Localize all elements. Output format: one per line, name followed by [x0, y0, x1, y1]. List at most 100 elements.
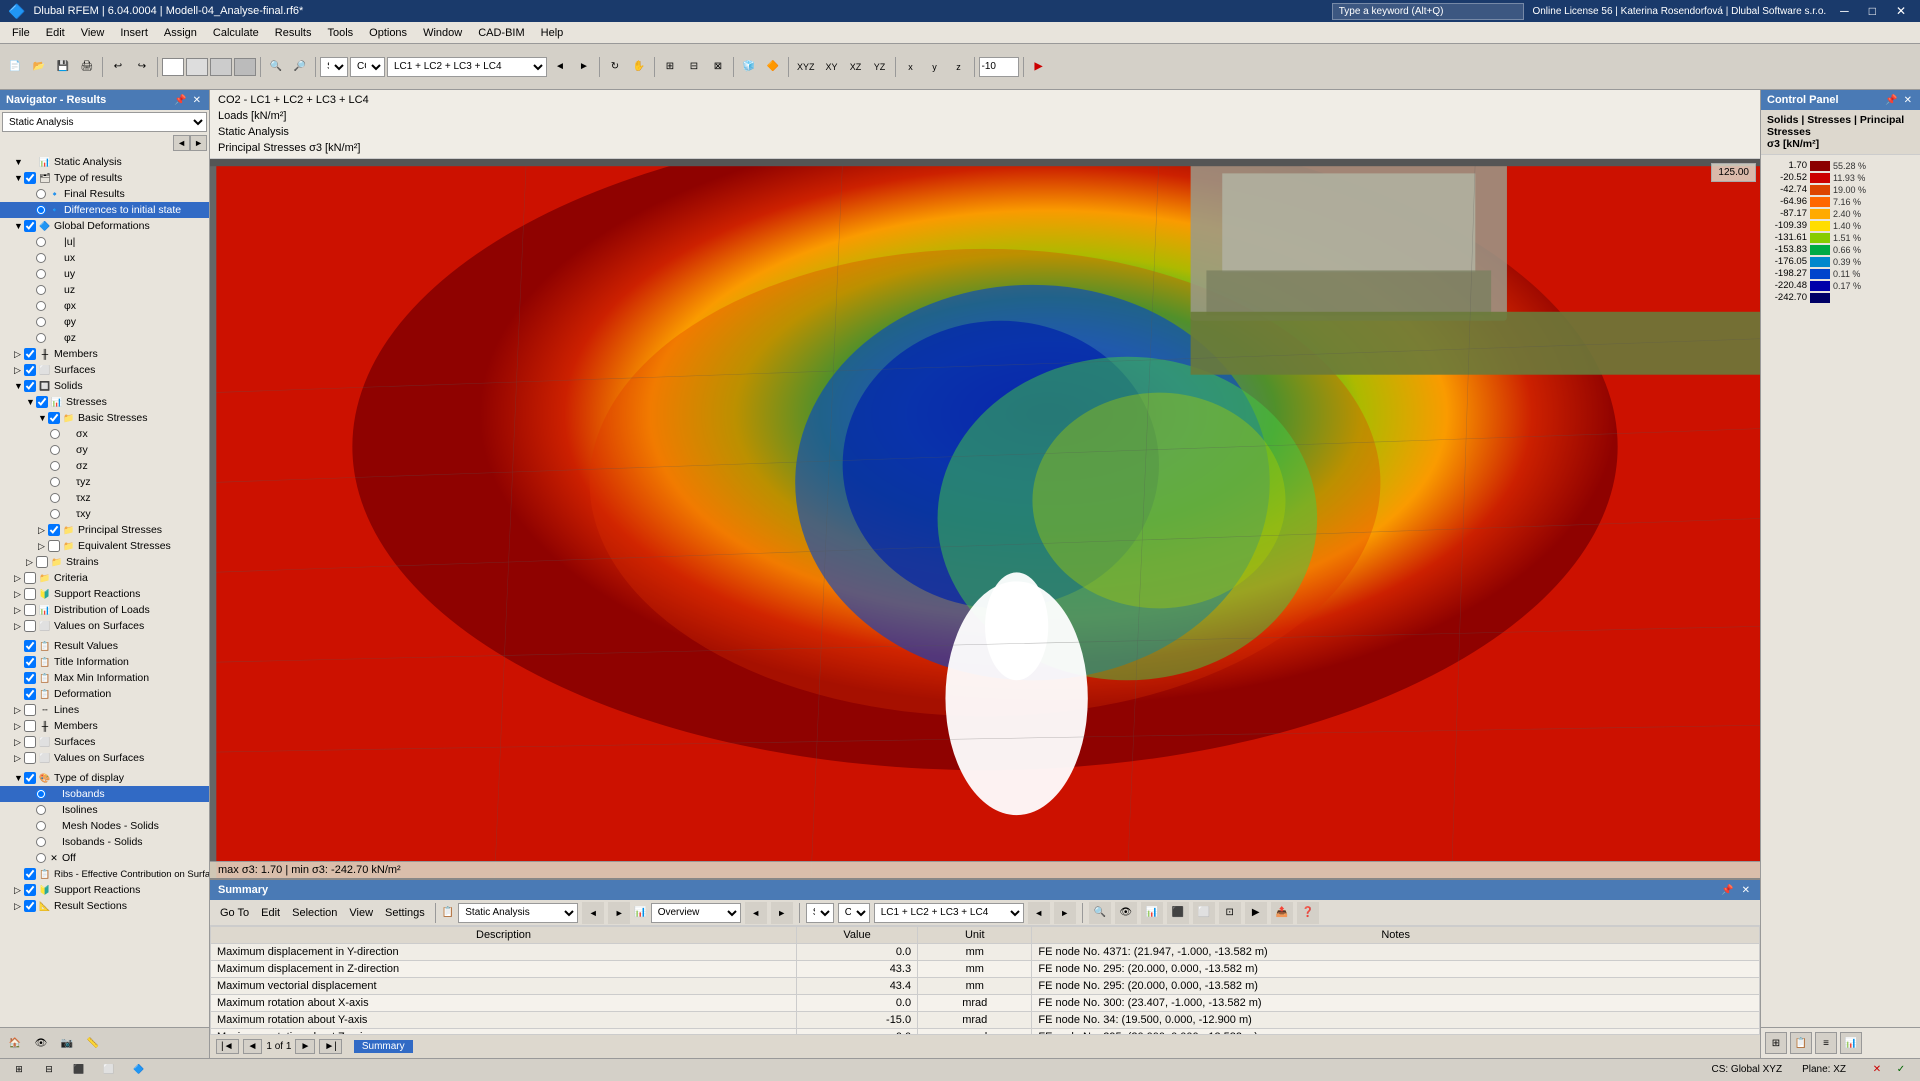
menu-item-window[interactable]: Window	[415, 25, 470, 41]
sz-radio[interactable]	[50, 461, 60, 471]
table-row[interactable]: Maximum rotation about Y-axis -15.0 mrad…	[211, 1012, 1760, 1029]
menu-item-options[interactable]: Options	[361, 25, 415, 41]
cp-icon-btn3[interactable]: ≡	[1815, 1032, 1837, 1054]
values-on-surfaces2-checkbox[interactable]	[24, 752, 36, 764]
tree-item-surfaces[interactable]: ▷ ⬜ Surfaces	[0, 362, 209, 378]
analysis-type-combo[interactable]: Static Analysis	[458, 903, 578, 923]
tree-item-values-on-surfaces2[interactable]: ▷ ⬜ Values on Surfaces	[0, 750, 209, 766]
table-row[interactable]: Maximum displacement in Y-direction 0.0 …	[211, 944, 1760, 961]
tree-item-final-results[interactable]: 🔹 Final Results	[0, 186, 209, 202]
type-of-results-checkbox[interactable]	[24, 172, 36, 184]
status-btn5[interactable]: 🔷	[128, 1061, 150, 1079]
analysis-prev-button[interactable]: ◄	[582, 902, 604, 924]
tree-item-off[interactable]: ✕ Off	[0, 850, 209, 866]
table-row[interactable]: Maximum rotation about X-axis 0.0 mrad F…	[211, 995, 1760, 1012]
view-btn4[interactable]	[234, 58, 256, 76]
nav-ruler-button[interactable]: 📏	[82, 1032, 104, 1054]
equiv-stresses-checkbox[interactable]	[48, 540, 60, 552]
tree-item-uy[interactable]: uy	[0, 266, 209, 282]
tree-item-ux[interactable]: ux	[0, 250, 209, 266]
overview-next-button[interactable]: ►	[771, 902, 793, 924]
filter-btn5[interactable]: ⬜	[1193, 902, 1215, 924]
isobands-solids-radio[interactable]	[36, 837, 46, 847]
menu-item-cad-bim[interactable]: CAD-BIM	[470, 25, 532, 41]
uy-radio[interactable]	[36, 269, 46, 279]
tree-item-result-sections[interactable]: ▷ 📐 Result Sections	[0, 898, 209, 914]
status-btn2[interactable]: ⊟	[38, 1061, 60, 1079]
summary-tab[interactable]: Summary	[354, 1040, 413, 1053]
cp-close-button[interactable]: ✕	[1902, 95, 1914, 106]
basic-stresses-checkbox[interactable]	[48, 412, 60, 424]
view-btn2[interactable]	[186, 58, 208, 76]
nav-prev-button[interactable]: ◄	[173, 135, 190, 151]
tree-item-members3[interactable]: ▷ ╫ Members	[0, 718, 209, 734]
tree-item-phix[interactable]: φx	[0, 298, 209, 314]
save-button[interactable]: 💾	[52, 56, 74, 78]
lc-combo2[interactable]: LC1 + LC2 + LC3 + LC4	[874, 903, 1024, 923]
filter-btn4[interactable]: ⬛	[1167, 902, 1189, 924]
title-information-checkbox[interactable]	[24, 656, 36, 668]
support-reactions-checkbox[interactable]	[24, 588, 36, 600]
menu-item-file[interactable]: File	[4, 25, 38, 41]
filter-btn6[interactable]: ⊡	[1219, 902, 1241, 924]
prev-page-button[interactable]: ◄	[243, 1039, 263, 1054]
print-button[interactable]: 🖨	[76, 56, 98, 78]
axis-x-button[interactable]: x	[900, 56, 922, 78]
view-xz-button[interactable]: XZ	[845, 56, 867, 78]
tree-item-isolines[interactable]: Isolines	[0, 802, 209, 818]
display-btn3[interactable]: ⊠	[707, 56, 729, 78]
zoom-in-button[interactable]: 🔍	[265, 56, 287, 78]
menu-item-results[interactable]: Results	[267, 25, 320, 41]
tree-item-tyz[interactable]: τyz	[0, 474, 209, 490]
nav-camera-button[interactable]: 📷	[56, 1032, 78, 1054]
bottom-pin-button[interactable]: 📌	[1719, 885, 1735, 896]
lc-prev-button[interactable]: ◄	[1028, 902, 1050, 924]
new-button[interactable]: 📄	[4, 56, 26, 78]
toolbar-goto[interactable]: Go To	[216, 905, 253, 921]
solids-checkbox[interactable]	[24, 380, 36, 392]
minimize-button[interactable]: ─	[1834, 4, 1855, 18]
tree-item-txy[interactable]: τxy	[0, 506, 209, 522]
pin-button[interactable]: 📌	[172, 95, 188, 106]
pan-button[interactable]: ✋	[628, 56, 650, 78]
surfaces-checkbox[interactable]	[24, 364, 36, 376]
criteria-checkbox[interactable]	[24, 572, 36, 584]
zoom-out-button[interactable]: 🔎	[289, 56, 311, 78]
menu-item-assign[interactable]: Assign	[156, 25, 205, 41]
ribs-checkbox[interactable]	[24, 868, 36, 880]
view-3d-button[interactable]: XYZ	[793, 56, 819, 78]
last-page-button[interactable]: ►|	[319, 1039, 342, 1054]
tree-item-principal-stresses[interactable]: ▷ 📁 Principal Stresses	[0, 522, 209, 538]
tree-item-deformation[interactable]: 📋 Deformation	[0, 686, 209, 702]
maximize-button[interactable]: □	[1863, 4, 1882, 18]
txz-radio[interactable]	[50, 493, 60, 503]
view-xy-button[interactable]: XY	[821, 56, 843, 78]
tree-item-solids[interactable]: ▼ 🔲 Solids	[0, 378, 209, 394]
distribution-loads-checkbox[interactable]	[24, 604, 36, 616]
sy-radio[interactable]	[50, 445, 60, 455]
tree-item-stresses[interactable]: ▼ 📊 Stresses	[0, 394, 209, 410]
filter-btn7[interactable]: ▶	[1245, 902, 1267, 924]
result-sections-checkbox[interactable]	[24, 900, 36, 912]
off-radio[interactable]	[36, 853, 46, 863]
tree-item-diff-initial[interactable]: 🔹 Differences to initial state	[0, 202, 209, 218]
filter-btn1[interactable]: 🔍	[1089, 902, 1111, 924]
diff-initial-radio[interactable]	[36, 205, 46, 215]
search-box[interactable]: Type a keyword (Alt+Q)	[1332, 3, 1525, 20]
menu-item-view[interactable]: View	[73, 25, 113, 41]
result-values-checkbox[interactable]	[24, 640, 36, 652]
menu-item-calculate[interactable]: Calculate	[205, 25, 267, 41]
co2-combo2[interactable]: CO2	[838, 903, 870, 923]
cp-icon-btn2[interactable]: 📋	[1790, 1032, 1812, 1054]
toolbar-view[interactable]: View	[345, 905, 377, 921]
txy-radio[interactable]	[50, 509, 60, 519]
rotate-button[interactable]: ↻	[604, 56, 626, 78]
status-close-btn[interactable]: ✕	[1866, 1059, 1888, 1081]
next-lc-button[interactable]: ►	[573, 56, 595, 78]
lc-combo[interactable]: LC1 + LC2 + LC3 + LC4	[387, 57, 547, 77]
tree-item-lines[interactable]: ▷ ╌ Lines	[0, 702, 209, 718]
display-btn2[interactable]: ⊟	[683, 56, 705, 78]
tree-item-isobands[interactable]: Isobands	[0, 786, 209, 802]
tree-item-maxmin-information[interactable]: 📋 Max Min Information	[0, 670, 209, 686]
overview-prev-button[interactable]: ◄	[745, 902, 767, 924]
